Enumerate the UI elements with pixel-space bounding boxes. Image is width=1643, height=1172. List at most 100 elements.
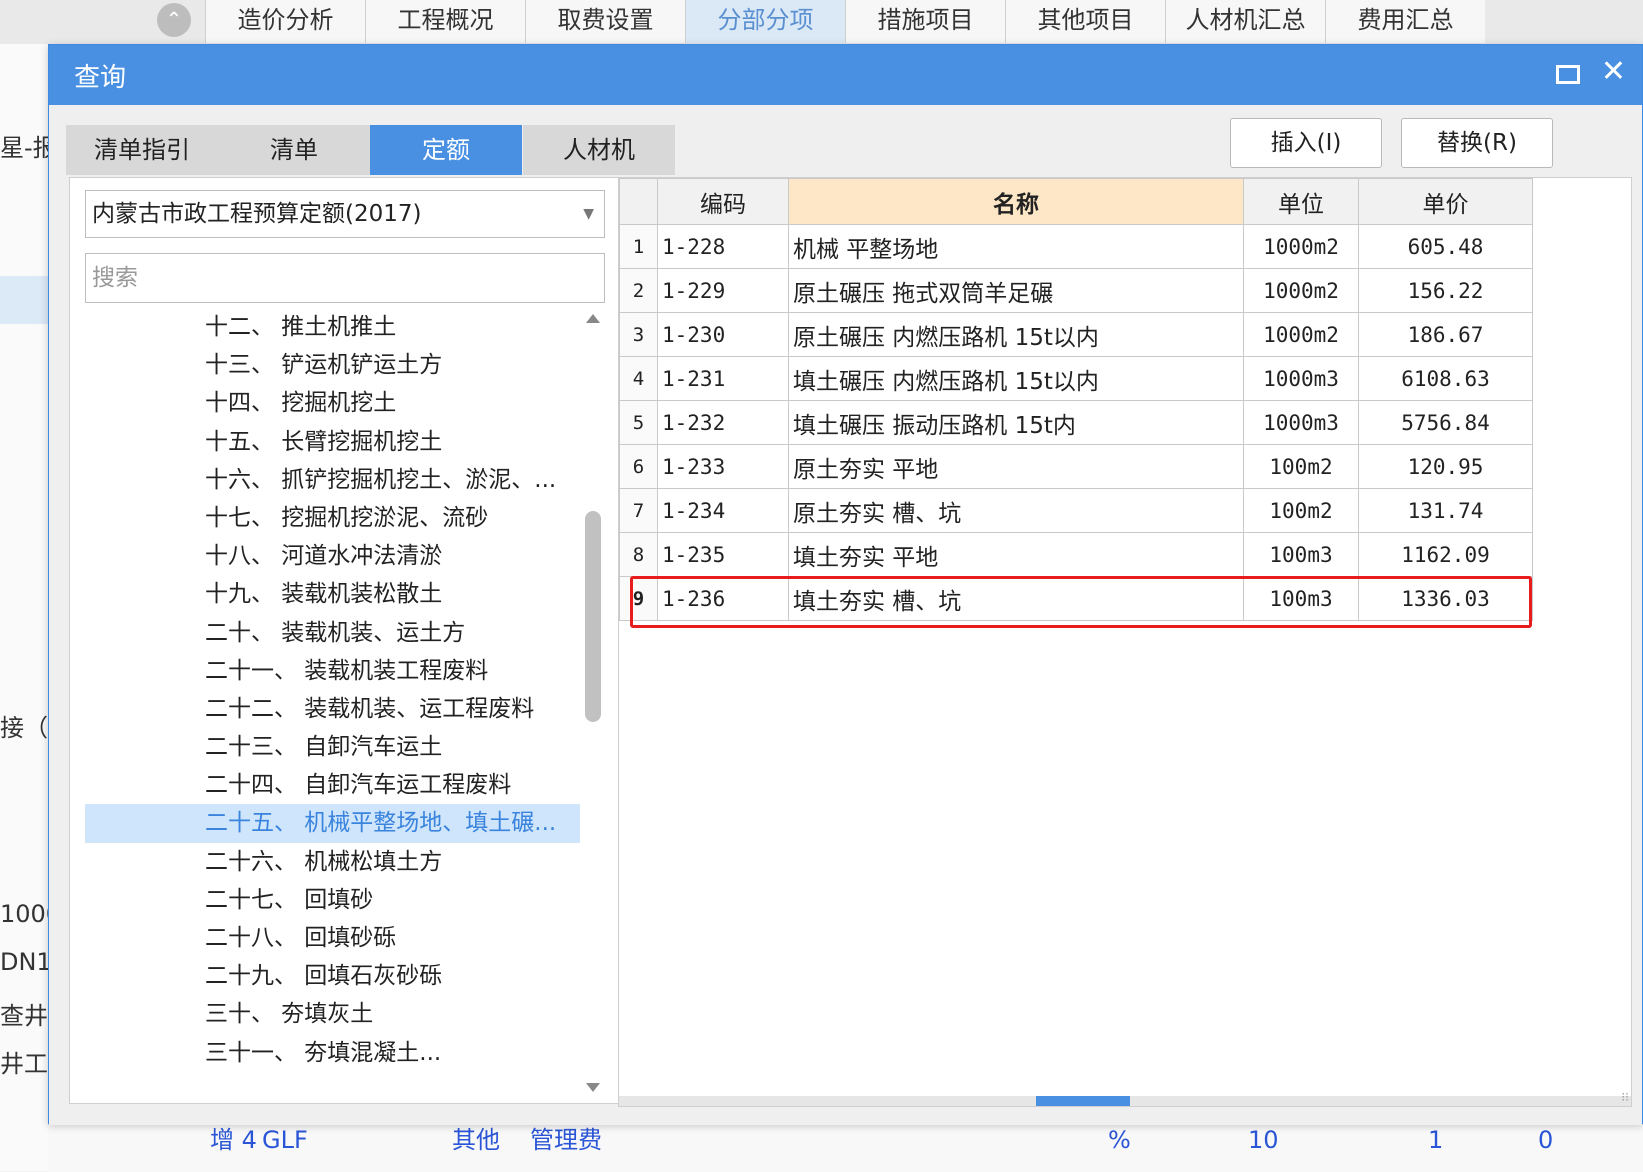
top-tab[interactable]: 分部分项 — [685, 0, 845, 43]
tree-item[interactable]: 十六、 抓铲挖掘机挖土、淤泥、... — [85, 461, 580, 499]
name-cell[interactable]: 填土夯实 平地 — [788, 532, 1244, 577]
top-tab[interactable]: 费用汇总 — [1325, 0, 1485, 43]
scroll-down-icon[interactable] — [586, 1083, 600, 1092]
price-cell[interactable]: 120.95 — [1358, 444, 1533, 489]
search-input[interactable] — [85, 253, 605, 303]
tree-item[interactable]: 十八、 河道水冲法清淤 — [85, 537, 580, 575]
price-cell[interactable]: 1162.09 — [1358, 532, 1533, 577]
top-tab[interactable]: 工程概况 — [365, 0, 525, 43]
tab-quota[interactable]: 定额 — [370, 125, 522, 175]
tree-scrollbar[interactable] — [582, 308, 604, 1098]
header-price[interactable]: 单价 — [1358, 178, 1533, 225]
tree-item[interactable]: 十三、 铲运机铲运土方 — [85, 346, 580, 384]
replace-button[interactable]: 替换(R) — [1401, 118, 1553, 168]
tree-item[interactable]: 二十八、 回填砂砾 — [85, 919, 580, 957]
name-cell[interactable]: 原土碾压 拖式双筒羊足碾 — [788, 268, 1244, 313]
unit-cell[interactable]: 1000m2 — [1243, 224, 1359, 269]
tree-item[interactable]: 二十五、 机械平整场地、填土碾... — [85, 804, 580, 843]
tree-item[interactable]: 二十二、 装载机装、运工程废料 — [85, 690, 580, 728]
table-row[interactable]: 2 1-229 原土碾压 拖式双筒羊足碾 1000m2 156.22 — [619, 268, 1533, 313]
top-tab[interactable]: 取费设置 — [525, 0, 685, 43]
header-code[interactable]: 编码 — [657, 178, 789, 225]
price-cell[interactable]: 6108.63 — [1358, 356, 1533, 401]
top-tab[interactable]: 其他项目 — [1005, 0, 1165, 43]
row-number[interactable]: 1 — [619, 224, 658, 269]
row-number[interactable]: 8 — [619, 532, 658, 577]
row-number[interactable]: 6 — [619, 444, 658, 489]
tree-item[interactable]: 三十、 夯填灰土 — [85, 995, 580, 1033]
code-cell[interactable]: 1-233 — [657, 444, 789, 489]
tree-item[interactable]: 二十七、 回填砂 — [85, 881, 580, 919]
tree-item[interactable]: 十九、 装载机装松散土 — [85, 575, 580, 613]
header-unit[interactable]: 单位 — [1243, 178, 1359, 225]
table-row[interactable]: 8 1-235 填土夯实 平地 100m3 1162.09 — [619, 532, 1533, 577]
price-cell[interactable]: 5756.84 — [1358, 400, 1533, 445]
scroll-up-icon[interactable] — [586, 314, 600, 323]
tree-item[interactable]: 三十一、 夯填混凝土... — [85, 1034, 580, 1072]
resize-grip-icon[interactable]: ⁝⁝ — [1621, 1090, 1629, 1104]
code-cell[interactable]: 1-235 — [657, 532, 789, 577]
row-number[interactable]: 5 — [619, 400, 658, 445]
table-row[interactable]: 6 1-233 原土夯实 平地 100m2 120.95 — [619, 444, 1533, 489]
name-cell[interactable]: 原土夯实 槽、坑 — [788, 488, 1244, 533]
price-cell[interactable]: 605.48 — [1358, 224, 1533, 269]
unit-cell[interactable]: 100m2 — [1243, 488, 1359, 533]
code-cell[interactable]: 1-234 — [657, 488, 789, 533]
top-tab[interactable]: 人材机汇总 — [1165, 0, 1325, 43]
insert-button[interactable]: 插入(I) — [1230, 118, 1382, 168]
table-row[interactable]: 1 1-228 机械 平整场地 1000m2 605.48 — [619, 224, 1533, 269]
dialog-titlebar[interactable]: 查询 ✕ — [49, 45, 1642, 105]
header-name[interactable]: 名称 — [788, 178, 1244, 225]
code-cell[interactable]: 1-232 — [657, 400, 789, 445]
tree-item[interactable]: 二十三、 自卸汽车运土 — [85, 728, 580, 766]
tree-item[interactable]: 十四、 挖掘机挖土 — [85, 384, 580, 422]
maximize-icon[interactable] — [1556, 65, 1580, 84]
price-cell[interactable]: 156.22 — [1358, 268, 1533, 313]
unit-cell[interactable]: 100m3 — [1243, 532, 1359, 577]
horizontal-scrollbar[interactable] — [619, 1096, 1631, 1106]
tree-item[interactable]: 二十、 装载机装、运土方 — [85, 614, 580, 652]
table-row[interactable]: 7 1-234 原土夯实 槽、坑 100m2 131.74 — [619, 488, 1533, 533]
price-cell[interactable]: 131.74 — [1358, 488, 1533, 533]
tree-item[interactable]: 十二、 推土机推土 — [85, 308, 580, 346]
tree-item[interactable]: 二十四、 自卸汽车运工程废料 — [85, 766, 580, 804]
scrollbar-thumb[interactable] — [1036, 1096, 1130, 1106]
tree-item[interactable]: 二十一、 装载机装工程废料 — [85, 652, 580, 690]
unit-cell[interactable]: 1000m3 — [1243, 400, 1359, 445]
unit-cell[interactable]: 1000m3 — [1243, 356, 1359, 401]
code-cell[interactable]: 1-231 — [657, 356, 789, 401]
name-cell[interactable]: 原土夯实 平地 — [788, 444, 1244, 489]
unit-cell[interactable]: 1000m2 — [1243, 312, 1359, 357]
tree-item[interactable]: 十五、 长臂挖掘机挖土 — [85, 423, 580, 461]
chevron-down-icon[interactable]: ▼ — [583, 191, 594, 237]
name-cell[interactable]: 机械 平整场地 — [788, 224, 1244, 269]
row-number[interactable]: 7 — [619, 488, 658, 533]
name-cell[interactable]: 填土碾压 振动压路机 15t内 — [788, 400, 1244, 445]
code-cell[interactable]: 1-230 — [657, 312, 789, 357]
top-tab[interactable]: 措施项目 — [845, 0, 1005, 43]
table-row[interactable]: 4 1-231 填土碾压 内燃压路机 15t以内 1000m3 6108.63 — [619, 356, 1533, 401]
unit-cell[interactable]: 1000m2 — [1243, 268, 1359, 313]
tree-item[interactable]: 二十九、 回填石灰砂砾 — [85, 957, 580, 995]
tab-bill[interactable]: 清单 — [218, 125, 370, 175]
collapse-icon[interactable]: ⌃ — [157, 3, 191, 37]
unit-cell[interactable]: 100m2 — [1243, 444, 1359, 489]
row-number[interactable]: 4 — [619, 356, 658, 401]
table-row[interactable]: 3 1-230 原土碾压 内燃压路机 15t以内 1000m2 186.67 — [619, 312, 1533, 357]
tab-labor-material[interactable]: 人材机 — [523, 125, 675, 175]
tree-item[interactable]: 十七、 挖掘机挖淤泥、流砂 — [85, 499, 580, 537]
row-number[interactable]: 2 — [619, 268, 658, 313]
tab-bill-guide[interactable]: 清单指引 — [66, 125, 218, 175]
top-tab[interactable]: 造价分析 — [205, 0, 365, 43]
price-cell[interactable]: 186.67 — [1358, 312, 1533, 357]
code-cell[interactable]: 1-229 — [657, 268, 789, 313]
name-cell[interactable]: 填土碾压 内燃压路机 15t以内 — [788, 356, 1244, 401]
code-cell[interactable]: 1-228 — [657, 224, 789, 269]
scrollbar-thumb[interactable] — [585, 511, 601, 722]
quota-library-select[interactable]: 内蒙古市政工程预算定额(2017) ▼ — [85, 190, 605, 238]
close-icon[interactable]: ✕ — [1601, 55, 1626, 89]
row-number[interactable]: 3 — [619, 312, 658, 357]
tree-item[interactable]: 二十六、 机械松填土方 — [85, 843, 580, 881]
table-row[interactable]: 5 1-232 填土碾压 振动压路机 15t内 1000m3 5756.84 — [619, 400, 1533, 445]
name-cell[interactable]: 原土碾压 内燃压路机 15t以内 — [788, 312, 1244, 357]
